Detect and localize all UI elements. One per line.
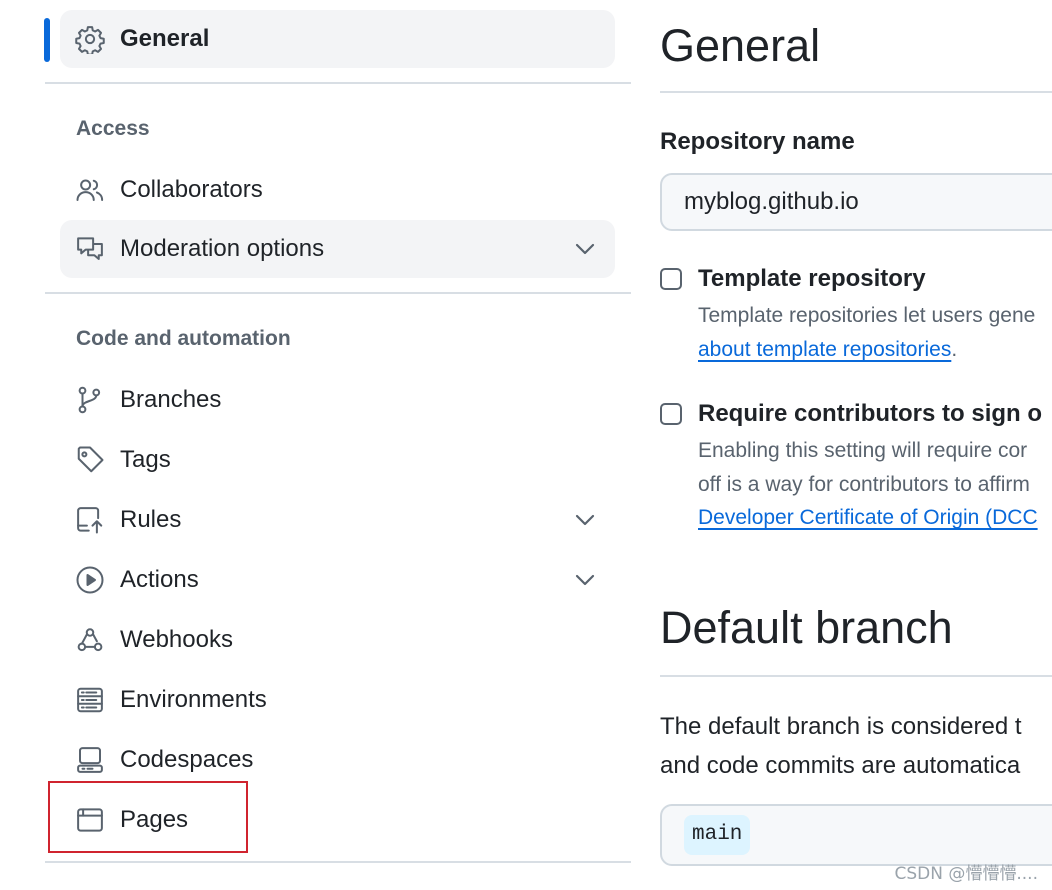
sidebar-item-label: Rules	[120, 506, 182, 533]
section-divider	[660, 91, 1052, 93]
require-signoff-description: Enabling this setting will require cor	[698, 439, 1028, 462]
sidebar-item-label: Codespaces	[120, 746, 254, 773]
default-branch-heading: Default branch	[660, 602, 953, 653]
require-signoff-description: off is a way for contributors to affirm	[698, 473, 1030, 496]
sidebar-item-branches[interactable]: Branches	[60, 370, 615, 430]
sidebar-divider	[45, 82, 631, 84]
sidebar-divider	[45, 292, 631, 294]
sidebar-item-label: Moderation options	[120, 235, 325, 262]
template-repository-description: Template repositories let users gene	[698, 304, 1036, 327]
require-signoff-link-line: Developer Certificate of Origin (DCC	[698, 501, 1038, 535]
sidebar-item-label: Collaborators	[120, 176, 263, 203]
sidebar-divider	[45, 861, 631, 863]
sidebar-item-label: Pages	[120, 806, 189, 833]
settings-sidebar: General Access Collaborators Moderation …	[0, 0, 632, 890]
sidebar-item-label: Webhooks	[120, 626, 233, 653]
sidebar-item-pages[interactable]: Pages	[60, 790, 615, 850]
sidebar-item-general[interactable]: General	[60, 10, 615, 68]
webhook-icon	[74, 624, 106, 656]
require-signoff-title: Require contributors to sign o	[698, 400, 1043, 427]
default-branch-description: and code commits are automatica	[660, 752, 1021, 779]
git-branch-icon	[74, 384, 106, 416]
codespaces-icon	[74, 744, 106, 776]
template-repository-title: Template repository	[698, 265, 926, 292]
sidebar-item-rules[interactable]: Rules	[60, 490, 615, 550]
watermark: CSDN @懵懵懵....	[894, 864, 1039, 884]
repo-push-icon	[74, 504, 106, 536]
sidebar-item-tags[interactable]: Tags	[60, 430, 615, 490]
sidebar-item-collaborators[interactable]: Collaborators	[60, 160, 615, 220]
play-icon	[74, 564, 106, 596]
chevron-down-icon[interactable]	[573, 508, 597, 532]
template-repository-checkbox[interactable]	[660, 268, 682, 290]
sidebar-item-moderation-options[interactable]: Moderation options	[60, 220, 615, 278]
sidebar-item-environments[interactable]: Environments	[60, 670, 615, 730]
sidebar-item-label: General	[120, 25, 210, 52]
sidebar-item-codespaces[interactable]: Codespaces	[60, 730, 615, 790]
section-heading-code-and-automation: Code and automation	[76, 327, 291, 350]
chevron-down-icon[interactable]	[573, 568, 597, 592]
default-branch-name[interactable]: main	[684, 815, 751, 855]
sidebar-item-label: Actions	[120, 566, 199, 593]
link-suffix: .	[951, 338, 958, 361]
require-signoff-checkbox[interactable]	[660, 403, 682, 425]
sidebar-item-actions[interactable]: Actions	[60, 550, 615, 610]
tag-icon	[74, 444, 106, 476]
sidebar-item-label: Branches	[120, 386, 222, 413]
server-icon	[74, 684, 106, 716]
default-branch-description: The default branch is considered t	[660, 713, 1022, 740]
gear-icon	[74, 23, 106, 55]
browser-icon	[74, 804, 106, 836]
section-heading-access: Access	[76, 117, 150, 140]
section-divider	[660, 675, 1052, 677]
page-title: General	[660, 20, 821, 71]
template-repositories-link[interactable]: about template repositories	[698, 338, 951, 361]
repository-name-input[interactable]	[660, 173, 1052, 231]
comment-discussion-icon	[74, 233, 106, 265]
template-repository-link-line: about template repositories.	[698, 333, 957, 367]
settings-main: General Repository name Template reposit…	[660, 0, 1052, 890]
repository-name-label: Repository name	[660, 128, 855, 155]
sidebar-item-label: Environments	[120, 686, 267, 713]
active-indicator	[44, 18, 50, 62]
people-icon	[74, 174, 106, 206]
chevron-down-icon[interactable]	[573, 237, 597, 261]
dco-link[interactable]: Developer Certificate of Origin (DCC	[698, 506, 1038, 529]
sidebar-item-webhooks[interactable]: Webhooks	[60, 610, 615, 670]
sidebar-item-label: Tags	[120, 446, 171, 473]
